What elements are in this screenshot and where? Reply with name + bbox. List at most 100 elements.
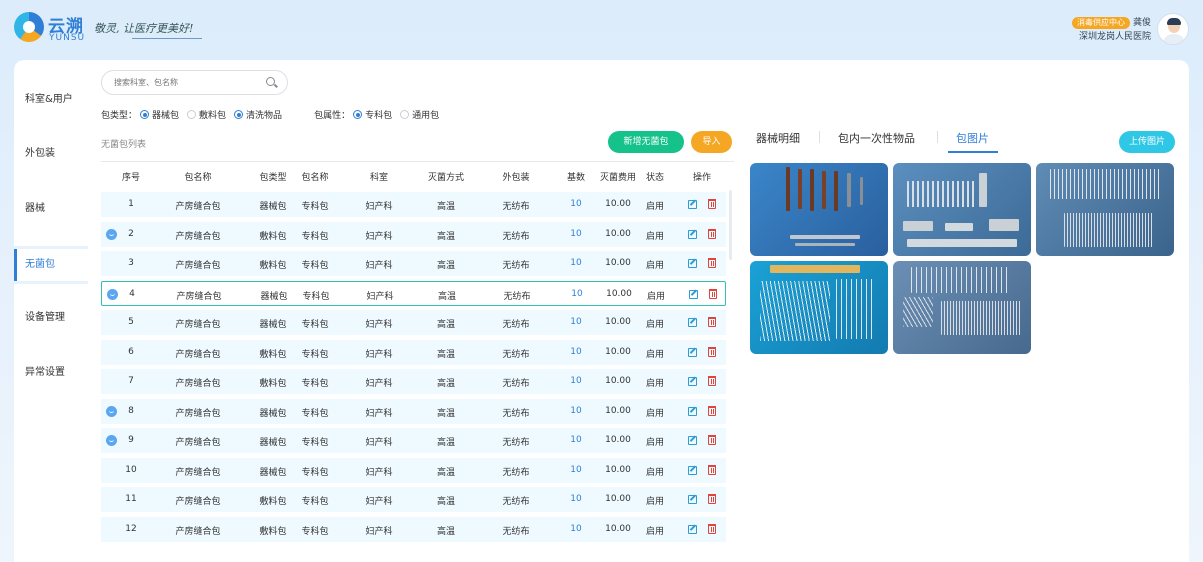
edit-icon[interactable] [688, 406, 697, 416]
header-attr: 包名称 [301, 173, 329, 183]
edit-icon[interactable] [688, 495, 697, 504]
delete-icon[interactable] [709, 288, 717, 299]
delete-icon[interactable] [708, 523, 716, 534]
table-row[interactable]: 9 产房缝合包 器械包 专科包 妇产科 高温 无纺布 10 10.00 启用 [101, 428, 726, 453]
delete-icon[interactable] [708, 258, 716, 268]
table-row[interactable]: 11 产房缝合包 敷料包 专科包 妇产科 高温 无纺布 10 10.00 启用 [101, 487, 726, 512]
filter-type-instrument[interactable]: 器械包 [140, 108, 179, 121]
cell-no: 11 [125, 494, 137, 504]
tab-instrument-detail[interactable]: 器械明细 [756, 130, 800, 146]
table-row[interactable]: 1 产房缝合包 器械包 专科包 妇产科 高温 无纺布 10 10.00 启用 [101, 192, 726, 217]
cell-dept: 妇产科 [365, 202, 393, 212]
option-label: 敷料包 [199, 111, 227, 121]
surgical-tools-photo[interactable] [750, 163, 888, 256]
cell-base: 10 [570, 435, 582, 445]
table-scrollbar[interactable] [729, 190, 732, 260]
message-icon[interactable] [106, 435, 117, 446]
table-row[interactable]: 8 产房缝合包 器械包 专科包 妇产科 高温 无纺布 10 10.00 启用 [101, 398, 726, 424]
filter-type-dressing[interactable]: 敷料包 [187, 108, 226, 121]
cell-fee: 10.00 [605, 228, 631, 239]
header-name: 包名称 [184, 173, 212, 183]
surgical-tools-photo[interactable] [893, 163, 1031, 256]
table-row[interactable]: 3 产房缝合包 敷料包 专科包 妇产科 高温 无纺布 10 10.00 启用 [101, 251, 726, 276]
tab-pack-photos[interactable]: 包图片 [956, 130, 989, 146]
radio-checked-icon [140, 110, 150, 119]
edit-icon[interactable] [688, 465, 697, 475]
surgical-tools-photo[interactable] [893, 261, 1031, 354]
delete-icon[interactable] [708, 228, 716, 239]
cell-fee: 10.00 [605, 435, 631, 445]
cell-attr: 专科包 [301, 379, 329, 389]
surgical-tools-photo[interactable] [1036, 163, 1174, 256]
message-icon[interactable] [106, 405, 117, 417]
cell-status: 启用 [646, 291, 665, 302]
table-row[interactable]: 10 产房缝合包 器械包 专科包 妇产科 高温 无纺布 10 10.00 启用 [101, 457, 726, 483]
edit-icon[interactable] [688, 436, 697, 445]
sidebar-item-department-user[interactable]: 科室&用户 [14, 84, 88, 116]
table-row[interactable]: 12 产房缝合包 敷料包 专科包 妇产科 高温 无纺布 10 10.00 启用 [101, 516, 726, 542]
avatar-body [1163, 34, 1185, 44]
import-button[interactable]: 导入 [691, 131, 732, 153]
cell-method: 高温 [436, 202, 455, 212]
table-row[interactable]: 2 产房缝合包 敷料包 专科包 妇产科 高温 无纺布 10 10.00 启用 [101, 221, 726, 247]
cell-method: 高温 [436, 438, 455, 448]
cell-name: 产房缝合包 [176, 291, 222, 302]
cell-type: 器械包 [259, 438, 287, 448]
filter-attr-specialty[interactable]: 专科包 [353, 108, 392, 121]
sidebar-item-exception[interactable]: 异常设置 [14, 357, 88, 389]
sidebar-item-packaging[interactable]: 外包装 [14, 138, 88, 170]
delete-icon[interactable] [708, 199, 716, 209]
delete-icon[interactable] [708, 435, 716, 445]
delete-icon[interactable] [708, 376, 716, 386]
message-icon[interactable] [107, 288, 118, 300]
table-row[interactable]: 7 产房缝合包 敷料包 专科包 妇产科 高温 无纺布 10 10.00 启用 [101, 369, 726, 394]
delete-icon[interactable] [708, 346, 716, 357]
option-label: 专科包 [365, 111, 393, 121]
cell-dept: 妇产科 [366, 291, 394, 302]
message-icon[interactable] [106, 228, 117, 240]
user-info[interactable]: 消毒供应中心 龚俊 深圳龙岗人民医院 [1071, 16, 1151, 44]
edit-icon[interactable] [689, 289, 698, 299]
cell-wrap: 无纺布 [503, 291, 531, 302]
avatar[interactable] [1157, 13, 1189, 45]
sidebar: 科室&用户 外包装 器械 无菌包 设备管理 异常设置 [14, 60, 88, 562]
edit-icon[interactable] [688, 259, 697, 268]
cell-wrap: 无纺布 [502, 379, 530, 389]
delete-icon[interactable] [708, 405, 716, 416]
cell-method: 高温 [436, 231, 455, 242]
table-row[interactable]: 6 产房缝合包 敷料包 专科包 妇产科 高温 无纺布 10 10.00 启用 [101, 339, 726, 365]
edit-icon[interactable] [688, 377, 697, 386]
edit-icon[interactable] [688, 318, 697, 327]
filter-attr-general[interactable]: 通用包 [400, 108, 439, 121]
cell-dept: 妇产科 [365, 438, 393, 448]
cell-attr: 专科包 [301, 202, 329, 212]
cell-no: 12 [125, 523, 137, 534]
surgical-tools-photo[interactable] [750, 261, 888, 354]
sidebar-divider [14, 281, 88, 284]
delete-icon[interactable] [708, 464, 716, 475]
sidebar-item-sterile-pack[interactable]: 无菌包 [14, 249, 88, 281]
edit-icon[interactable] [688, 229, 697, 239]
delete-icon[interactable] [708, 317, 716, 327]
cell-attr: 专科包 [301, 408, 329, 419]
cell-dept: 妇产科 [365, 379, 393, 389]
cell-base: 10 [570, 464, 582, 475]
delete-icon[interactable] [708, 494, 716, 504]
cell-name: 产房缝合包 [175, 497, 221, 507]
search-icon[interactable] [266, 77, 275, 86]
main-panel: 包类型： 器械包 敷料包 清洗物品 包属性： 专科包 通用包 无菌包列表 新增无… [88, 60, 1189, 562]
add-sterile-pack-button[interactable]: 新增无菌包 [608, 131, 684, 153]
sidebar-item-instruments[interactable]: 器械 [14, 193, 88, 225]
table-row[interactable]: 4 产房缝合包 器械包 专科包 妇产科 高温 无纺布 10 10.00 启用 [101, 280, 726, 306]
table-row[interactable]: 5 产房缝合包 器械包 专科包 妇产科 高温 无纺布 10 10.00 启用 [101, 310, 726, 335]
edit-icon[interactable] [688, 524, 697, 534]
edit-icon[interactable] [688, 347, 697, 357]
cell-type: 器械包 [260, 291, 288, 302]
tab-disposables[interactable]: 包内一次性物品 [838, 130, 915, 146]
sidebar-item-equipment[interactable]: 设备管理 [14, 302, 88, 334]
cell-dept: 妇产科 [365, 320, 393, 330]
upload-photo-button[interactable]: 上传图片 [1119, 131, 1175, 153]
search-input[interactable] [101, 70, 288, 95]
filter-type-cleaning[interactable]: 清洗物品 [234, 108, 282, 121]
edit-icon[interactable] [688, 200, 697, 209]
